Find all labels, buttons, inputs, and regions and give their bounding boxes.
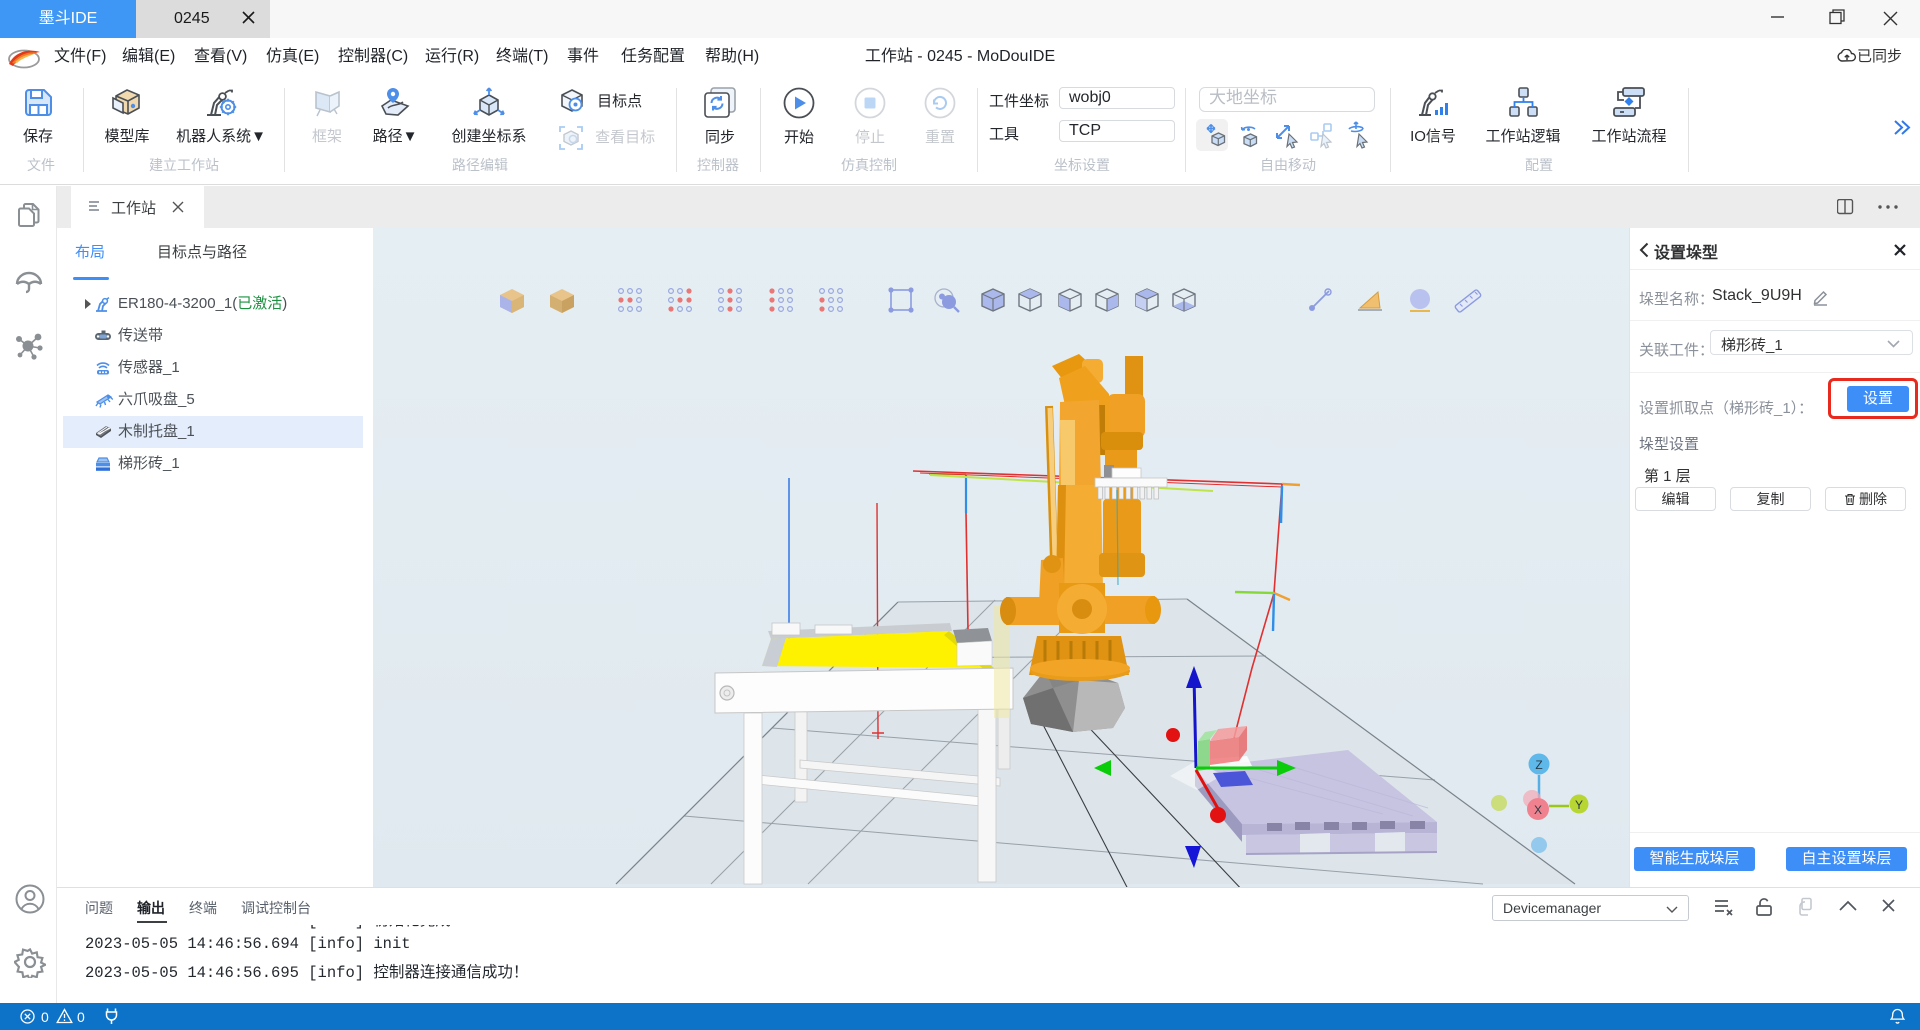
svg-text:Z: Z: [1535, 758, 1542, 772]
svg-text:Y: Y: [1575, 798, 1583, 812]
svg-text:X: X: [1534, 803, 1542, 817]
